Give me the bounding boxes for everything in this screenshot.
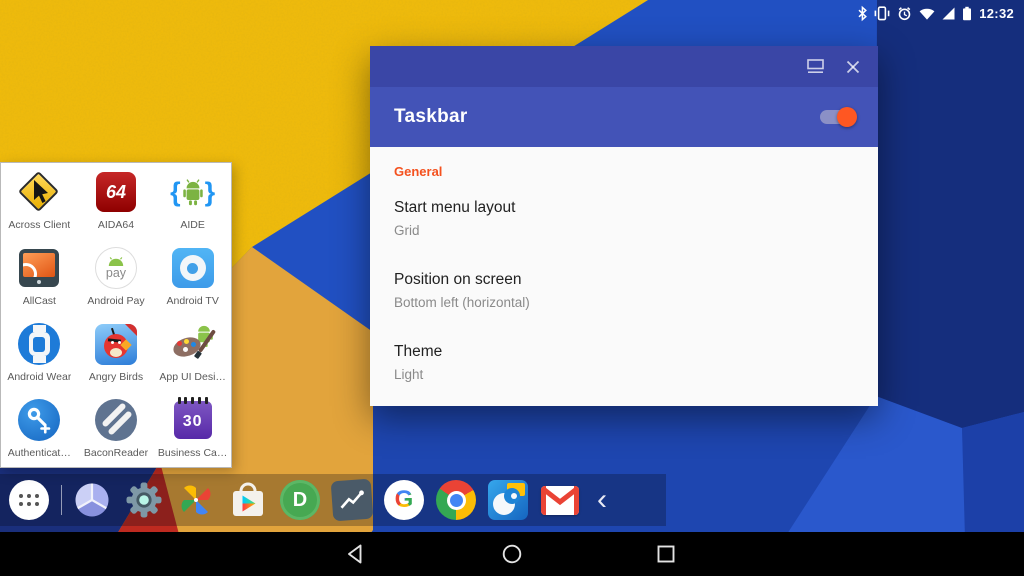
app-allcast[interactable]: AllCast <box>1 241 78 317</box>
baconreader-icon <box>94 398 138 442</box>
app-ui-designer-icon <box>171 322 215 366</box>
status-bar: 12:32 <box>858 0 1024 27</box>
setting-start-menu-layout[interactable]: Start menu layout Grid <box>394 199 854 238</box>
app-aide[interactable]: { } AIDE <box>154 165 231 241</box>
android-desktop: 12:32 Taskbar General <box>0 0 1024 576</box>
vibrate-icon <box>874 6 890 21</box>
bluetooth-icon <box>858 6 867 21</box>
app-authenticator[interactable]: Authenticat… <box>1 393 78 469</box>
analytics-app-icon[interactable] <box>331 479 374 522</box>
taskbar-settings-window: Taskbar General Start menu layout Grid P… <box>370 46 878 406</box>
taskbar: D G <box>0 474 666 526</box>
angry-birds-icon <box>94 322 138 366</box>
app-android-tv[interactable]: Android TV <box>154 241 231 317</box>
app-business-calendar[interactable]: 30 Business Ca… <box>154 393 231 469</box>
recents-button[interactable] <box>655 543 677 565</box>
taskbar-divider <box>61 485 62 515</box>
gmail-icon[interactable] <box>540 480 580 520</box>
google-photos-icon[interactable] <box>176 480 216 520</box>
app-angry-birds[interactable]: Angry Birds <box>78 317 155 393</box>
battery-icon <box>962 6 972 21</box>
app-aida64[interactable]: 64 AIDA64 <box>78 165 155 241</box>
navigation-bar <box>0 532 1024 576</box>
home-button[interactable] <box>501 543 523 565</box>
business-calendar-icon: 30 <box>171 398 215 442</box>
chrome-icon[interactable] <box>436 480 476 520</box>
app-app-ui-designer[interactable]: App UI Desi… <box>154 317 231 393</box>
window-title: Taskbar <box>394 106 468 128</box>
window-title-bar[interactable] <box>370 46 878 87</box>
app-baconreader[interactable]: BaconReader <box>78 393 155 469</box>
play-store-icon[interactable] <box>228 480 268 520</box>
app-android-wear[interactable]: Android Wear <box>1 317 78 393</box>
across-client-icon <box>17 170 61 214</box>
collapse-taskbar-button[interactable]: ‹ <box>592 480 612 520</box>
fullscreen-icon[interactable] <box>806 59 824 75</box>
settings-gear-icon[interactable] <box>124 480 164 520</box>
setting-theme[interactable]: Theme Light <box>394 343 854 382</box>
wifi-icon <box>919 7 935 21</box>
toggle-thumb <box>837 107 857 127</box>
app-bar: Taskbar <box>370 87 878 147</box>
app-across-client[interactable]: Across Client <box>1 165 78 241</box>
section-heading: General <box>394 164 854 179</box>
back-button[interactable] <box>346 543 368 565</box>
cube-app-icon[interactable] <box>72 480 112 520</box>
settings-content: General Start menu layout Grid Position … <box>370 147 878 406</box>
apps-grid-icon <box>19 494 39 506</box>
allcast-icon <box>17 246 61 290</box>
setting-position-on-screen[interactable]: Position on screen Bottom left (horizont… <box>394 271 854 310</box>
aida64-icon: 64 <box>94 170 138 214</box>
cellular-signal-icon <box>942 7 955 20</box>
start-menu: Across Client 64 AIDA64 { <box>0 162 232 468</box>
clock-text: 12:32 <box>979 6 1014 21</box>
pushbullet-icon[interactable]: D <box>280 480 320 520</box>
solid-explorer-icon[interactable] <box>488 480 528 520</box>
android-tv-icon <box>171 246 215 290</box>
app-android-pay[interactable]: pay Android Pay <box>78 241 155 317</box>
aide-icon: { } <box>171 170 215 214</box>
close-icon[interactable] <box>844 59 862 75</box>
service-enabled-toggle[interactable] <box>820 110 854 124</box>
android-pay-icon: pay <box>94 246 138 290</box>
google-app-icon[interactable]: G <box>384 480 424 520</box>
all-apps-button[interactable] <box>9 480 49 520</box>
alarm-icon <box>897 6 912 21</box>
android-wear-icon <box>17 322 61 366</box>
authenticator-icon <box>17 398 61 442</box>
